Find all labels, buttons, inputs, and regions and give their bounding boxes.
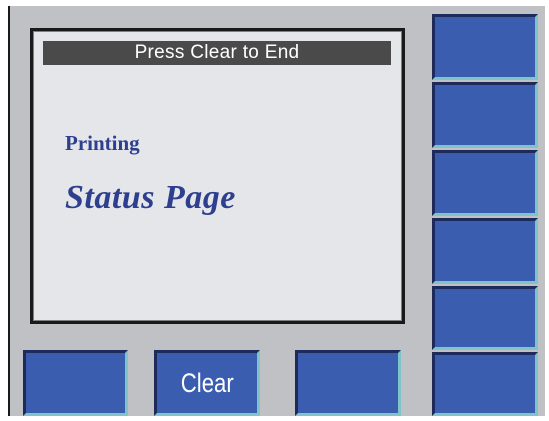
display-screen: Press Clear to End Printing Status Page [30, 28, 405, 324]
clear-button-label: Clear [180, 367, 234, 398]
bottom-key-3[interactable] [295, 350, 401, 416]
status-line-2: Status Page [65, 179, 236, 216]
bottom-key-1[interactable] [23, 350, 128, 416]
side-key-3[interactable] [432, 150, 538, 216]
clear-button[interactable]: Clear [154, 350, 260, 416]
bottom-key-4[interactable] [432, 352, 538, 416]
side-key-5[interactable] [432, 286, 538, 350]
side-key-4[interactable] [432, 218, 538, 284]
instruction-banner: Press Clear to End [43, 41, 391, 65]
side-key-1[interactable] [432, 14, 538, 80]
control-panel: Press Clear to End Printing Status Page … [8, 6, 545, 416]
side-key-2[interactable] [432, 82, 538, 148]
status-line-1: Printing [65, 131, 140, 155]
